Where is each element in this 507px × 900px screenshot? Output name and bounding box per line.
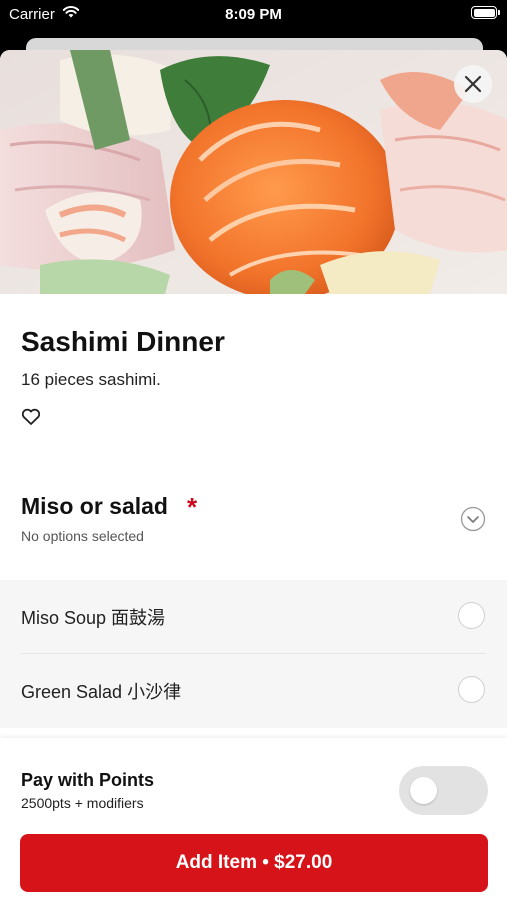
option-label: Miso Soup 面鼓湯 <box>21 608 166 628</box>
pay-with-points-toggle[interactable] <box>399 766 488 815</box>
close-icon <box>464 75 482 93</box>
required-mark: * <box>187 492 198 522</box>
toggle-knob <box>410 777 437 804</box>
status-bar: Carrier 8:09 PM <box>0 0 507 30</box>
item-title: Sashimi Dinner <box>21 326 225 357</box>
option-miso-soup[interactable]: Miso Soup 面鼓湯 <box>0 580 507 654</box>
option-radio[interactable] <box>458 602 485 629</box>
status-time: 8:09 PM <box>225 6 282 23</box>
close-button[interactable] <box>454 65 492 103</box>
modifier-group-title: Miso or salad <box>21 493 168 519</box>
item-image <box>0 50 507 294</box>
option-green-salad[interactable]: Green Salad 小沙律 <box>0 654 507 727</box>
item-detail-sheet: Sashimi Dinner 16 pieces sashimi. Miso o… <box>0 50 507 900</box>
option-radio[interactable] <box>458 676 485 703</box>
option-label: Green Salad 小沙律 <box>21 682 182 702</box>
chevron-down-icon[interactable] <box>460 506 486 532</box>
checkout-panel: Pay with Points 2500pts + modifiers Add … <box>0 738 507 900</box>
add-item-button[interactable]: Add Item • $27.00 <box>20 834 488 892</box>
battery-icon <box>471 6 500 19</box>
pay-with-points-title: Pay with Points <box>21 770 155 790</box>
modifier-selection-status: No options selected <box>21 528 144 544</box>
heart-icon[interactable] <box>20 406 42 428</box>
modifier-options-list: Miso Soup 面鼓湯 Green Salad 小沙律 <box>0 580 507 728</box>
item-description: 16 pieces sashimi. <box>21 370 161 389</box>
pay-with-points-subtitle: 2500pts + modifiers <box>21 795 144 811</box>
